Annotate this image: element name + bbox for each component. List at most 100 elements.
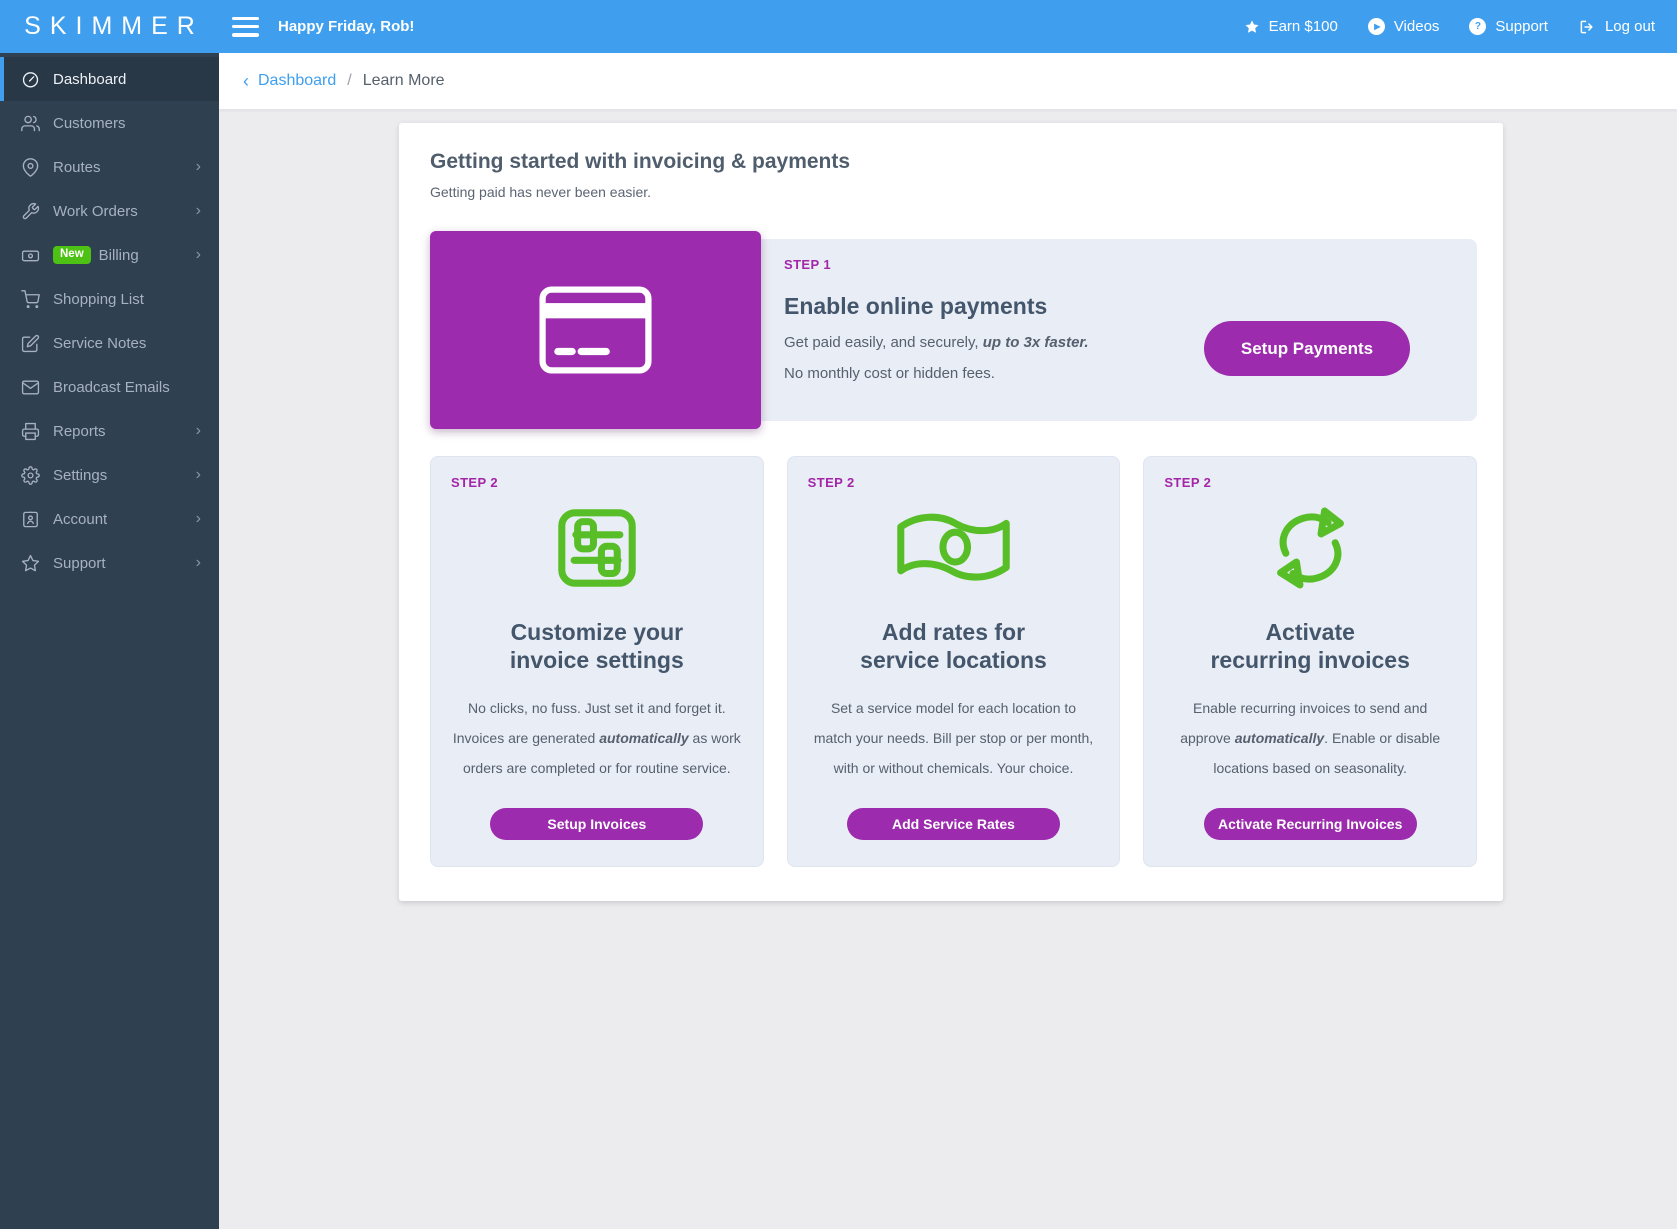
setup-payments-button[interactable]: Setup Payments xyxy=(1204,321,1410,376)
sidebar-item-shopping-list[interactable]: Shopping List xyxy=(0,277,219,321)
logout-link[interactable]: Log out xyxy=(1578,18,1655,36)
gear-icon xyxy=(21,466,40,485)
customers-icon xyxy=(21,114,40,133)
getting-started-card: Getting started with invoicing & payment… xyxy=(399,123,1503,901)
earn-link[interactable]: Earn $100 xyxy=(1244,18,1338,35)
card-title: Activaterecurring invoices xyxy=(1210,618,1409,674)
step2-row: STEP 2 Customize yourinvoice settings No… xyxy=(430,456,1477,867)
sidebar-item-dashboard[interactable]: Dashboard xyxy=(0,57,219,101)
step1-title: Enable online payments xyxy=(784,293,1089,320)
chevron-right-icon: › xyxy=(196,159,201,175)
setup-invoices-button[interactable]: Setup Invoices xyxy=(490,808,703,840)
sidebar-item-label: Broadcast Emails xyxy=(53,379,201,396)
card-body: Set a service model for each location to… xyxy=(814,693,1093,783)
routes-icon xyxy=(21,158,40,177)
chevron-right-icon: › xyxy=(196,555,201,571)
sidebar-item-account[interactable]: Account › xyxy=(0,497,219,541)
step1-body-line2: No monthly cost or hidden fees. xyxy=(784,365,1089,382)
earn-label: Earn $100 xyxy=(1269,18,1338,35)
page-subtitle: Getting paid has never been easier. xyxy=(430,184,1477,200)
sidebar-item-label: Support xyxy=(53,555,196,572)
breadcrumb: ‹ Dashboard / Learn More xyxy=(219,53,1677,110)
sidebar-item-label: Account xyxy=(53,511,196,528)
sidebar-item-support[interactable]: Support › xyxy=(0,541,219,585)
sidebar-item-billing[interactable]: New Billing › xyxy=(0,233,219,277)
header-links: Earn $100 ▶ Videos ? Support Log out xyxy=(1244,18,1655,36)
chevron-right-icon: › xyxy=(196,423,201,439)
dashboard-icon xyxy=(21,70,40,89)
work-orders-icon xyxy=(21,202,40,221)
breadcrumb-separator: / xyxy=(347,72,351,90)
edit-icon xyxy=(21,334,40,353)
sidebar-item-label: Reports xyxy=(53,423,196,440)
step2-label: STEP 2 xyxy=(1164,475,1211,490)
card-title: Add rates forservice locations xyxy=(860,618,1047,674)
sidebar-item-label: Customers xyxy=(53,115,201,132)
sidebar-item-work-orders[interactable]: Work Orders › xyxy=(0,189,219,233)
id-card-icon xyxy=(21,510,40,529)
sidebar-item-customers[interactable]: Customers xyxy=(0,101,219,145)
sidebar-item-label: Shopping List xyxy=(53,291,201,308)
billing-icon xyxy=(21,246,40,265)
star-outline-icon xyxy=(21,554,40,573)
videos-link[interactable]: ▶ Videos xyxy=(1368,18,1440,35)
envelope-icon xyxy=(21,378,40,397)
money-bill-icon xyxy=(892,504,1015,592)
step2-label: STEP 2 xyxy=(451,475,498,490)
sidebar-item-label: Work Orders xyxy=(53,203,196,220)
sidebar-item-label: Dashboard xyxy=(53,71,201,88)
step1-body-line1: Get paid easily, and securely, up to 3x … xyxy=(784,334,1089,351)
sliders-icon xyxy=(553,504,641,592)
videos-label: Videos xyxy=(1394,18,1440,35)
card-body: No clicks, no fuss. Just set it and forg… xyxy=(453,693,741,783)
sidebar-item-label: Billing xyxy=(99,247,196,264)
breadcrumb-current: Learn More xyxy=(363,72,445,90)
sidebar-item-service-notes[interactable]: Service Notes xyxy=(0,321,219,365)
step1-row: STEP 1 Enable online payments Get paid e… xyxy=(430,231,1477,429)
sidebar-item-label: Routes xyxy=(53,159,196,176)
chevron-right-icon: › xyxy=(196,247,201,263)
page-title: Getting started with invoicing & payment… xyxy=(430,150,1477,174)
sidebar-item-routes[interactable]: Routes › xyxy=(0,145,219,189)
credit-card-graphic xyxy=(430,231,761,429)
question-circle-icon: ? xyxy=(1469,18,1486,35)
card-body: Enable recurring invoices to send and ap… xyxy=(1180,693,1440,783)
play-circle-icon: ▶ xyxy=(1368,18,1385,35)
chevron-right-icon: › xyxy=(196,203,201,219)
shopping-cart-icon xyxy=(21,290,40,309)
greeting-text: Happy Friday, Rob! xyxy=(278,18,414,35)
chevron-right-icon: › xyxy=(196,467,201,483)
support-link[interactable]: ? Support xyxy=(1469,18,1548,35)
step-card-service-rates: STEP 2 Add rates forservice locations Se… xyxy=(787,456,1121,867)
sidebar-item-settings[interactable]: Settings › xyxy=(0,453,219,497)
card-title: Customize yourinvoice settings xyxy=(510,618,684,674)
step-card-recurring-invoices: STEP 2 Activaterecurring invoices Enable… xyxy=(1143,456,1477,867)
sidebar-nav: Dashboard Customers Routes › Work Orders… xyxy=(0,53,219,585)
top-header: SKIMMER Happy Friday, Rob! Earn $100 ▶ V… xyxy=(0,0,1677,53)
sidebar-item-label: Service Notes xyxy=(53,335,201,352)
app-logo: SKIMMER xyxy=(15,12,204,41)
sidebar-item-label: Settings xyxy=(53,467,196,484)
logout-label: Log out xyxy=(1605,18,1655,35)
sidebar: Dashboard Customers Routes › Work Orders… xyxy=(0,53,219,1229)
star-icon xyxy=(1244,19,1260,35)
menu-toggle-button[interactable] xyxy=(232,17,259,37)
add-service-rates-button[interactable]: Add Service Rates xyxy=(847,808,1060,840)
step2-label: STEP 2 xyxy=(808,475,855,490)
chevron-right-icon: › xyxy=(196,511,201,527)
logout-icon xyxy=(1578,18,1596,36)
credit-card-icon xyxy=(539,286,652,374)
activate-recurring-invoices-button[interactable]: Activate Recurring Invoices xyxy=(1204,808,1417,840)
new-badge: New xyxy=(53,246,91,264)
step1-label: STEP 1 xyxy=(784,257,1089,272)
step1-panel: STEP 1 Enable online payments Get paid e… xyxy=(761,239,1477,421)
breadcrumb-dashboard-link[interactable]: Dashboard xyxy=(258,72,336,90)
recurring-icon xyxy=(1264,504,1357,592)
logo-area: SKIMMER xyxy=(0,12,219,41)
step-card-invoice-settings: STEP 2 Customize yourinvoice settings No… xyxy=(430,456,764,867)
back-chevron-icon[interactable]: ‹ xyxy=(243,71,249,92)
support-label: Support xyxy=(1495,18,1548,35)
hamburger-icon xyxy=(232,17,259,21)
sidebar-item-reports[interactable]: Reports › xyxy=(0,409,219,453)
sidebar-item-broadcast-emails[interactable]: Broadcast Emails xyxy=(0,365,219,409)
